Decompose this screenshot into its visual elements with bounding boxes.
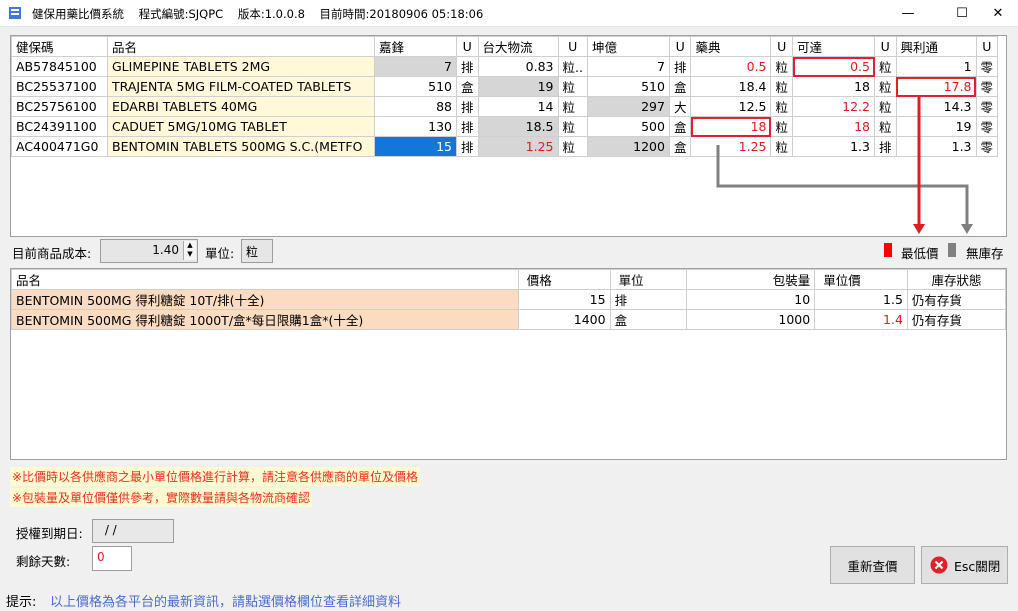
status-bar: 提示: 以上價格為各平台的最新資訊，請點選價格欄位查看詳細資料 [0,588,1018,611]
product-name-cell[interactable]: BENTOMIN 500MG 得利糖錠 1000T/盒*每日限購1盒*(十全) [11,309,519,330]
status-text: 以上價格為各平台的最新資訊，請點選價格欄位查看詳細資料 [50,595,402,610]
detail-column-header[interactable]: 價格 [517,269,611,290]
unit-field: 粒 [241,239,273,263]
unit-price-cell[interactable]: 1.4 [814,309,908,330]
detail-header-row: 品名 價格 單位 包裝量 單位價 庫存狀態 [11,269,1007,290]
stepper-arrows-icon[interactable]: ▲ ▼ [183,241,196,260]
note-2: ※包裝量及單位價僅供參考，實際數量請與各物流商確認 [10,488,313,507]
days-value: 0 [97,550,105,564]
package-qty-cell[interactable]: 10 [685,289,816,310]
detail-row[interactable]: BENTOMIN 500MG 得利糖錠 1000T/盒*每日限購1盒*(十全) 1… [11,309,1007,330]
detail-column-header[interactable]: 單位價 [814,269,908,290]
unit-cell[interactable]: 排 [609,289,687,310]
stock-status-cell[interactable]: 仍有存貨 [906,289,1007,310]
stock-status-cell[interactable]: 仍有存貨 [906,309,1007,330]
detail-column-header[interactable]: 品名 [11,269,519,290]
lowest-price-legend: 最低價 [901,246,939,261]
days-label: 剩餘天數: [16,554,71,569]
expiry-label: 授權到期日: [16,526,83,541]
price-cell[interactable]: 15 [517,289,611,310]
no-stock-legend: 無庫存 [966,246,1004,261]
detail-column-header[interactable]: 單位 [609,269,687,290]
cost-label: 目前商品成本: [12,246,92,261]
close-circle-icon [930,556,948,574]
unit-price-cell[interactable]: 1.5 [814,289,908,310]
price-cell[interactable]: 1400 [517,309,611,330]
expiry-field: / / [92,519,174,543]
cost-stepper[interactable]: 1.40 ▲ ▼ [100,239,198,263]
days-field: 0 [92,546,132,571]
product-name-cell[interactable]: BENTOMIN 500MG 得利糖錠 10T/排(十全) [11,289,519,310]
detail-table: 品名 價格 單位 包裝量 單位價 庫存狀態 BENTOMIN 500MG 得利糖錠 10T/… [11,269,1007,330]
note-1: ※比價時以各供應商之最小單位價格進行計算，請注意各供應商的單位及價格 [10,467,421,486]
expiry-value: / / [101,523,117,537]
detail-column-header[interactable]: 庫存狀態 [906,269,1007,290]
no-stock-swatch [948,243,956,257]
lowest-price-swatch [884,243,892,257]
unit-value: 粒 [246,245,259,259]
package-qty-cell[interactable]: 1000 [685,309,816,330]
requery-button[interactable]: 重新查價 [830,546,915,584]
detail-grid[interactable]: 品名 價格 單位 包裝量 單位價 庫存狀態 BENTOMIN 500MG 得利糖錠 10T/… [10,268,1007,460]
status-label: 提示: [6,595,37,610]
close-button[interactable]: Esc關閉 [921,546,1008,584]
detail-row[interactable]: BENTOMIN 500MG 得利糖錠 10T/排(十全) 15 排 10 1.5 仍有存… [11,289,1007,310]
detail-column-header[interactable]: 包裝量 [685,269,816,290]
close-button-label: Esc關閉 [954,558,1001,574]
unit-label: 單位: [205,246,235,261]
cost-value: 1.40 [152,243,179,257]
unit-cell[interactable]: 盒 [609,309,687,330]
